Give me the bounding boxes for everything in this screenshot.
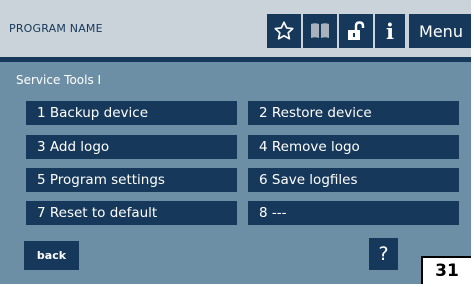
add-logo-button[interactable]: 3 Add logo [26, 135, 237, 159]
manual-button[interactable] [303, 14, 337, 48]
page-number: 31 [421, 256, 471, 284]
tool-8-button[interactable]: 8 --- [248, 201, 459, 225]
favorite-button[interactable] [267, 14, 301, 48]
lock-button[interactable] [339, 14, 373, 48]
reset-to-default-button[interactable]: 7 Reset to default [26, 201, 237, 225]
restore-device-button[interactable]: 2 Restore device [248, 101, 459, 125]
section-title: Service Tools I [16, 73, 102, 87]
remove-logo-button[interactable]: 4 Remove logo [248, 135, 459, 159]
info-icon: i [386, 18, 394, 44]
unlock-icon [348, 21, 365, 40]
program-name: PROGRAM NAME [9, 22, 103, 35]
program-settings-button[interactable]: 5 Program settings [26, 168, 237, 192]
menu-button[interactable]: Menu [407, 14, 471, 48]
header-bar: PROGRAM NAME i Menu [0, 0, 471, 62]
back-button[interactable]: back [24, 241, 79, 270]
device-screen: PROGRAM NAME i Menu Service Tools I 1 Ba… [0, 0, 471, 284]
header-divider [0, 57, 471, 62]
save-logfiles-button[interactable]: 6 Save logfiles [248, 168, 459, 192]
book-icon [311, 23, 329, 38]
info-button[interactable]: i [375, 14, 405, 48]
help-button[interactable]: ? [369, 238, 398, 270]
backup-device-button[interactable]: 1 Backup device [26, 101, 237, 125]
star-icon [274, 21, 294, 40]
